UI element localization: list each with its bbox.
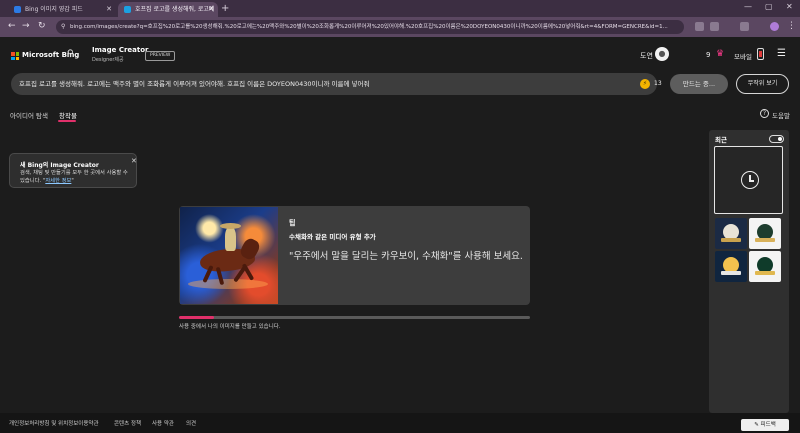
rider-shape bbox=[225, 227, 236, 251]
microsoft-logo-icon bbox=[11, 52, 19, 60]
feedback-icon: ✎ bbox=[754, 422, 759, 428]
tab-explore-ideas[interactable]: 아이디어 탐색 bbox=[10, 110, 48, 120]
browser-tab-1-title: Bing 이미지 영감 피드 bbox=[25, 6, 83, 13]
recent-title: 최근 bbox=[715, 136, 727, 144]
boost-count: 13 bbox=[654, 80, 662, 87]
rewards-points[interactable]: 9 bbox=[706, 51, 710, 59]
browser-tab-2[interactable]: 호프집 로고를 생성해줘, 로고에 ✕ bbox=[118, 2, 218, 17]
browser-tab-2-title: 호프집 로고를 생성해줘, 로고에 bbox=[135, 6, 215, 13]
user-avatar-icon[interactable]: ● bbox=[655, 47, 669, 61]
image-creator-favicon-icon bbox=[124, 6, 131, 13]
footer: 개인정보처리방침 및 위치정보이용약관 콘텐츠 정책 사용 약관 의견 ✎ 피드… bbox=[0, 413, 800, 433]
logo-banner-shape bbox=[721, 271, 741, 275]
bookmark-star-icon[interactable] bbox=[710, 22, 719, 31]
new-image-creator-popover: 새 Bing의 Image Creator 검색, 채팅 및 만들기를 모두 한… bbox=[9, 153, 137, 188]
learn-more-link[interactable]: 자세한 정보 bbox=[45, 178, 71, 184]
extension-icon[interactable] bbox=[695, 22, 704, 31]
browser-tab-bar: Bing 이미지 영감 피드 ✕ 호프집 로고를 생성해줘, 로고에 ✕ + —… bbox=[0, 0, 800, 17]
search-icon[interactable]: ⚲ bbox=[67, 49, 74, 59]
pending-creation-tile[interactable] bbox=[714, 146, 783, 214]
prompt-input[interactable]: 호프집 로고를 생성해줘. 로고에는 맥주와 별이 조화롭게 이루어져 있어야해… bbox=[11, 73, 662, 95]
browser-menu-icon[interactable]: ⋮ bbox=[787, 21, 796, 31]
preview-badge: PREVIEW bbox=[145, 51, 176, 61]
logo-banner-shape bbox=[755, 271, 775, 275]
tab-creations[interactable]: 창작물 bbox=[59, 110, 77, 120]
reload-icon[interactable]: ↻ bbox=[38, 21, 46, 31]
recent-thumbnail[interactable] bbox=[749, 251, 781, 282]
bing-header: Microsoft Bing ⚲ Image Creator Designer제… bbox=[0, 37, 800, 73]
lock-icon: ⚲ bbox=[61, 23, 66, 30]
footer-link-content-policy[interactable]: 콘텐츠 정책 bbox=[114, 419, 141, 427]
help-icon[interactable]: ? bbox=[760, 109, 769, 118]
minimize-icon[interactable]: — bbox=[744, 2, 752, 11]
surprise-me-button[interactable]: 무작위 보기 bbox=[736, 74, 789, 94]
close-tab-2-icon[interactable]: ✕ bbox=[208, 2, 214, 17]
user-name[interactable]: 도연 bbox=[640, 51, 653, 61]
product-subtitle: Designer제공 bbox=[92, 57, 124, 63]
popover-body: 검색, 채팅 및 만들기를 모두 한 곳에서 사용할 수 있습니다. "자세한 … bbox=[20, 170, 128, 184]
close-tab-1-icon[interactable]: ✕ bbox=[106, 2, 112, 17]
popover-close-icon[interactable]: ✕ bbox=[131, 157, 137, 165]
clock-icon bbox=[741, 171, 759, 189]
create-button[interactable]: 만드는 중... bbox=[670, 74, 728, 94]
popover-body-text: 검색, 채팅 및 만들기를 모두 한 곳에서 사용할 수 있습니다. bbox=[20, 170, 128, 184]
recent-thumbnail[interactable] bbox=[715, 251, 747, 282]
popover-title: 새 Bing의 Image Creator bbox=[20, 162, 99, 169]
profile-avatar-icon[interactable] bbox=[770, 22, 779, 31]
feedback-label: 피드백 bbox=[760, 422, 776, 428]
browser-address-bar: ← → ↻ ⚲ bing.com/images/create?q=호프집%20로… bbox=[0, 17, 800, 37]
recent-thumbnail[interactable] bbox=[749, 218, 781, 249]
product-title[interactable]: Image Creator bbox=[92, 46, 149, 54]
rewards-trophy-icon[interactable]: ♛ bbox=[716, 49, 724, 59]
boost-coin-icon: ⚡ bbox=[640, 79, 650, 89]
tip-example-text: "우주에서 말을 달리는 카우보이, 수채화"를 사용해 보세요. bbox=[289, 251, 523, 262]
tip-heading: 수채화와 같은 미디어 유형 추가 bbox=[289, 233, 376, 241]
mobile-phone-icon[interactable] bbox=[757, 48, 764, 60]
recent-thumbnail[interactable] bbox=[715, 218, 747, 249]
active-tab-indicator bbox=[58, 120, 76, 122]
url-text: bing.com/images/create?q=호프집%20로고를%20생성해… bbox=[70, 24, 668, 30]
recent-toggle[interactable] bbox=[769, 135, 784, 143]
forward-icon[interactable]: → bbox=[22, 21, 30, 31]
browser-tab-1[interactable]: Bing 이미지 영감 피드 ✕ bbox=[8, 2, 116, 17]
prompt-text[interactable]: 호프집 로고를 생성해줘. 로고에는 맥주와 별이 조화롭게 이루어져 있어야해… bbox=[19, 73, 629, 95]
progress-fill bbox=[179, 316, 215, 319]
footer-link-privacy[interactable]: 개인정보처리방침 및 위치정보이용약관 bbox=[9, 419, 99, 427]
tip-card: 팁 수채화와 같은 미디어 유형 추가 "우주에서 말을 달리는 카우보이, 수… bbox=[179, 206, 530, 305]
progress-status-text: 사용 중에서 나의 이미지를 만들고 있습니다. bbox=[179, 324, 281, 330]
footer-link-terms[interactable]: 사용 약관 bbox=[152, 419, 174, 427]
logo-banner-shape bbox=[755, 238, 775, 242]
progress-bar bbox=[179, 316, 530, 319]
recent-panel: 최근 bbox=[709, 130, 789, 413]
help-link[interactable]: 도움말 bbox=[772, 110, 790, 120]
mobile-label[interactable]: 모바일 bbox=[734, 51, 752, 61]
bing-favicon-icon bbox=[14, 6, 21, 13]
url-field[interactable]: ⚲ bing.com/images/create?q=호프집%20로고를%20생… bbox=[56, 20, 684, 34]
close-window-icon[interactable]: ✕ bbox=[786, 2, 793, 11]
cowboy-watercolor-image bbox=[180, 207, 278, 304]
rider-hat-shape bbox=[220, 223, 241, 229]
maximize-icon[interactable]: ▢ bbox=[765, 2, 773, 11]
feedback-button[interactable]: ✎ 피드백 bbox=[741, 419, 789, 431]
hamburger-menu-icon[interactable]: ☰ bbox=[777, 48, 786, 59]
extension-puzzle-icon[interactable] bbox=[740, 22, 749, 31]
tip-label: 팁 bbox=[289, 219, 296, 227]
footer-link-feedback[interactable]: 의견 bbox=[186, 419, 196, 427]
dust-shape bbox=[188, 279, 268, 289]
back-icon[interactable]: ← bbox=[8, 21, 16, 31]
new-tab-button[interactable]: + bbox=[221, 2, 229, 15]
logo-banner-shape bbox=[721, 238, 741, 242]
